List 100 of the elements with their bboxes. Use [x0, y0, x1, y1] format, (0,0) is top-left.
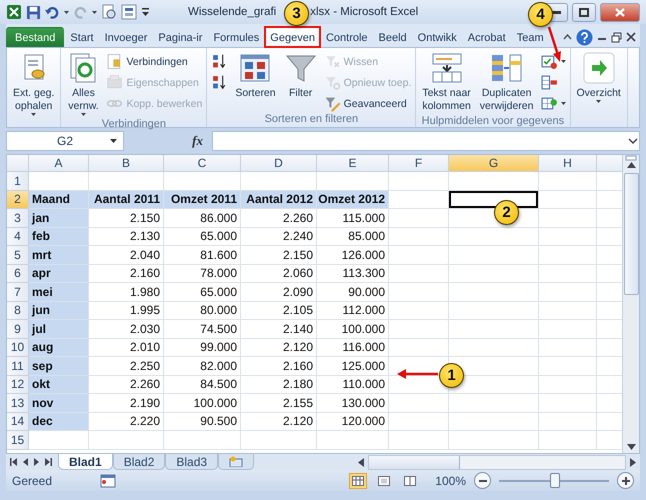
- print-preview-icon[interactable]: [101, 4, 117, 20]
- ribbon-tab[interactable]: Beeld: [374, 27, 412, 47]
- form-icon[interactable]: [121, 4, 137, 20]
- scrollbar-thumb[interactable]: [624, 173, 638, 295]
- last-sheet-icon[interactable]: [45, 458, 52, 466]
- maximize-button[interactable]: [572, 2, 596, 22]
- new-sheet-button[interactable]: [218, 454, 254, 470]
- previous-sheet-icon[interactable]: [23, 458, 28, 466]
- ribbon-tab[interactable]: Pagina-ir: [153, 27, 208, 47]
- ribbon-button[interactable]: Alles vernw.: [64, 50, 102, 118]
- ribbon-tab[interactable]: Gegeven: [265, 27, 320, 47]
- row-header[interactable]: 11: [7, 357, 29, 376]
- table-cell: 82.000: [164, 357, 241, 376]
- sheet-tab[interactable]: Blad1: [58, 454, 113, 470]
- sheet-tab[interactable]: Blad2: [112, 454, 166, 470]
- scroll-up-icon[interactable]: [626, 161, 636, 169]
- row-header[interactable]: 7: [7, 283, 29, 302]
- ribbon-tab[interactable]: Bestand: [6, 27, 64, 47]
- row-header[interactable]: 9: [7, 320, 29, 338]
- close-icon: [615, 8, 625, 16]
- row-header[interactable]: 6: [7, 264, 29, 283]
- row-header[interactable]: 2: [7, 190, 29, 209]
- close-icon[interactable]: [626, 32, 636, 42]
- status-text: Gereed: [12, 474, 52, 488]
- ribbon-tab[interactable]: Start: [65, 27, 99, 47]
- column-header[interactable]: A: [29, 155, 89, 172]
- row-header[interactable]: 14: [7, 412, 29, 431]
- ribbon-button[interactable]: Ext. geg. ophalen: [10, 50, 58, 118]
- ribbon-button[interactable]: Overzicht: [574, 50, 624, 105]
- customize-icon[interactable]: [141, 7, 150, 17]
- table-cell: mrt: [29, 246, 89, 264]
- ribbon-button[interactable]: Tekst naar kolommen: [419, 50, 474, 115]
- ribbon-tab[interactable]: Invoeger: [100, 27, 152, 47]
- table-cell: [29, 431, 89, 450]
- collapse-ribbon-icon[interactable]: [563, 34, 572, 40]
- ribbon-button[interactable]: Sorteren: [232, 50, 279, 102]
- close-button[interactable]: [600, 2, 640, 22]
- ribbon-button[interactable]: Duplicaten verwijderen: [476, 50, 536, 115]
- table-cell: 110.000: [317, 376, 389, 394]
- table-cell: feb: [29, 228, 89, 246]
- zoom-level[interactable]: 100%: [435, 474, 466, 488]
- ribbon-tab[interactable]: Ontwikk: [412, 27, 462, 47]
- table-cell: sep: [29, 357, 89, 376]
- table-cell: [539, 283, 597, 302]
- name-box[interactable]: G2: [6, 131, 124, 151]
- table-cell: 90.500: [164, 412, 241, 431]
- group-label: Sorteren en filteren: [264, 113, 358, 125]
- row-header[interactable]: 10: [7, 338, 29, 357]
- table-cell: [539, 190, 597, 209]
- funnel-reapply-icon: [324, 74, 341, 91]
- column-header[interactable]: B: [89, 155, 164, 172]
- table-cell: 2.240: [241, 228, 317, 246]
- column-header[interactable]: D: [241, 155, 317, 172]
- row-header[interactable]: 4: [7, 228, 29, 246]
- row-header[interactable]: 13: [7, 394, 29, 412]
- spreadsheet-app-icon[interactable]: [6, 4, 22, 20]
- insert-function-button[interactable]: fx: [192, 133, 203, 149]
- table-cell: [539, 412, 597, 431]
- split-handle-icon[interactable]: [625, 155, 637, 161]
- zoom-slider-thumb[interactable]: [550, 472, 560, 488]
- table-cell: 2.160: [241, 357, 317, 376]
- ribbon-tab[interactable]: Team: [512, 27, 549, 47]
- table-cell: 100.000: [164, 394, 241, 412]
- column-header[interactable]: E: [317, 155, 389, 172]
- next-sheet-icon[interactable]: [34, 458, 39, 466]
- table-cell: Omzet 2011: [164, 190, 241, 209]
- restore-icon: [579, 8, 589, 16]
- ribbon-tab[interactable]: Formules: [208, 27, 264, 47]
- scrollbar-thumb[interactable]: [369, 456, 460, 468]
- group-label: Verbindingen: [102, 118, 166, 130]
- row-header[interactable]: 8: [7, 302, 29, 320]
- expand-icon[interactable]: [627, 137, 639, 145]
- ribbon-tab[interactable]: Controle: [320, 27, 373, 47]
- row-header[interactable]: 5: [7, 246, 29, 264]
- column-header[interactable]: G: [449, 155, 539, 172]
- zoom-in-button[interactable]: [617, 472, 634, 489]
- ribbon-button[interactable]: Filter: [282, 50, 320, 102]
- undo-icon[interactable]: [45, 4, 60, 20]
- table-cell: [539, 431, 597, 450]
- ribbon-tab[interactable]: Acrobat: [462, 27, 511, 47]
- formula-field[interactable]: [212, 131, 640, 151]
- row-header[interactable]: 1: [7, 172, 29, 190]
- first-sheet-icon[interactable]: [10, 458, 17, 466]
- row-header[interactable]: 3: [7, 209, 29, 228]
- row-header[interactable]: 15: [7, 431, 29, 450]
- table-cell: nov: [29, 394, 89, 412]
- sheet-tab[interactable]: Blad3: [165, 454, 218, 470]
- ribbon-button[interactable]: Verbindingen: [105, 52, 204, 71]
- column-header[interactable]: H: [539, 155, 597, 172]
- macro-record-icon[interactable]: [100, 474, 116, 488]
- scroll-left-icon[interactable]: [358, 458, 364, 466]
- column-header[interactable]: C: [164, 155, 241, 172]
- save-icon[interactable]: [26, 4, 41, 20]
- ribbon-button[interactable]: Geavanceerd: [322, 94, 412, 113]
- restore-icon[interactable]: [611, 32, 622, 42]
- help-icon[interactable]: [576, 28, 593, 46]
- normal-view-button[interactable]: [349, 472, 368, 488]
- zoom-out-button[interactable]: [474, 472, 491, 489]
- scroll-right-icon[interactable]: [630, 458, 636, 466]
- row-header[interactable]: 12: [7, 376, 29, 394]
